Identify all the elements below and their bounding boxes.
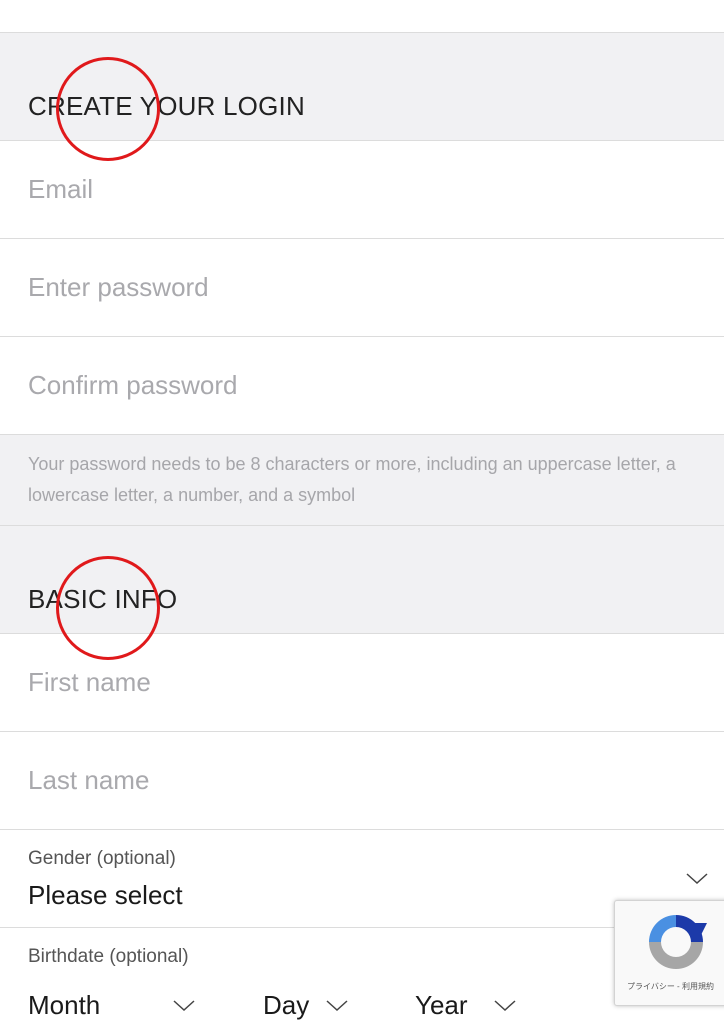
- birth-month-value: Month: [28, 990, 101, 1020]
- birth-day-value: Day: [263, 990, 310, 1020]
- chevron-down-icon: [326, 1000, 348, 1012]
- gender-value: Please select: [28, 880, 183, 910]
- section-header-basic: BASIC INFO: [0, 526, 724, 634]
- password-input[interactable]: [28, 239, 688, 336]
- password-hint-text: Your password needs to be 8 characters o…: [28, 454, 676, 505]
- section-title-basic: BASIC INFO: [28, 584, 178, 614]
- birthdate-label: Birthdate (optional): [28, 946, 189, 967]
- birth-month-select[interactable]: Month: [0, 983, 210, 1023]
- recaptcha-badge[interactable]: プライバシー - 利用規約: [614, 900, 724, 1006]
- recaptcha-logo-icon: [649, 915, 707, 969]
- email-field-row: [0, 141, 724, 239]
- first-name-field-row: [0, 634, 724, 732]
- birth-year-value: Year: [415, 990, 468, 1020]
- birth-year-select[interactable]: Year: [387, 983, 537, 1023]
- chevron-down-icon: [173, 1000, 195, 1012]
- section-title-login: CREATE YOUR LOGIN: [28, 91, 305, 121]
- password-field-row: [0, 239, 724, 337]
- section-header-login: CREATE YOUR LOGIN: [0, 33, 724, 141]
- confirm-password-input[interactable]: [28, 337, 688, 434]
- first-name-input[interactable]: [28, 634, 688, 731]
- confirm-password-field-row: [0, 337, 724, 435]
- chevron-down-icon: [686, 873, 708, 885]
- last-name-field-row: [0, 732, 724, 830]
- password-hint-box: Your password needs to be 8 characters o…: [0, 435, 724, 526]
- birth-day-select[interactable]: Day: [235, 983, 365, 1023]
- email-input[interactable]: [28, 141, 688, 238]
- chevron-down-icon: [494, 1000, 516, 1012]
- recaptcha-privacy-text[interactable]: プライバシー - 利用規約: [627, 981, 714, 992]
- top-strip: [0, 0, 724, 33]
- last-name-input[interactable]: [28, 732, 688, 829]
- gender-label: Gender (optional): [28, 848, 176, 869]
